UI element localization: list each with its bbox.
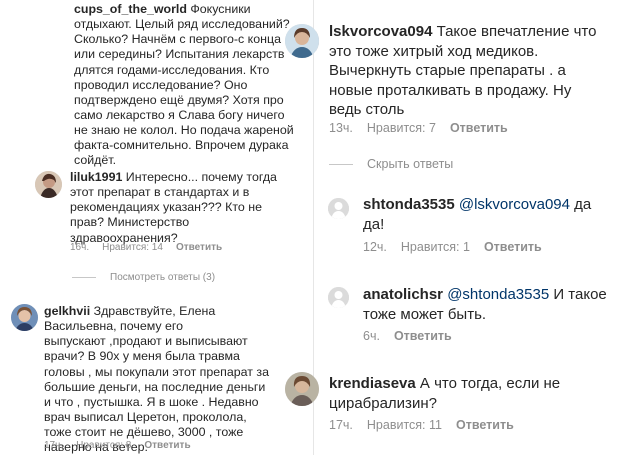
avatar[interactable]: [285, 24, 319, 58]
avatar[interactable]: [328, 198, 349, 219]
reply-text: shtonda3535 @lskvorcova094 да да!: [363, 196, 592, 233]
comment-meta: 6ч. Ответить: [363, 329, 465, 343]
thread-line: [329, 164, 353, 166]
mention-link[interactable]: @lskvorcova094: [459, 196, 570, 213]
likes-count[interactable]: Нравится: 1: [401, 240, 470, 254]
comment-username[interactable]: krendiaseva: [329, 375, 416, 392]
comment-username[interactable]: anatolichsr: [363, 286, 443, 303]
comment-time: 6ч.: [363, 329, 380, 343]
comment-meta: 17ч. Нравится: 11 Ответить: [329, 418, 527, 432]
reply-button[interactable]: Ответить: [484, 240, 542, 254]
comment-time: 17ч.: [329, 418, 353, 432]
avatar[interactable]: [328, 287, 349, 308]
comment-username[interactable]: lskvorcova094: [329, 23, 432, 40]
avatar[interactable]: [285, 372, 319, 406]
comment-meta: 12ч. Нравится: 1 Ответить: [363, 240, 555, 254]
reply-text: anatolichsr @shtonda3535 И такое тоже мо…: [363, 286, 607, 323]
comment-username[interactable]: shtonda3535: [363, 196, 455, 213]
reply-button[interactable]: Ответить: [450, 121, 508, 135]
likes-count[interactable]: Нравится: 11: [367, 418, 442, 432]
hide-replies-button[interactable]: Скрыть ответы: [329, 157, 453, 171]
reply-button[interactable]: Ответить: [394, 329, 452, 343]
mention-link[interactable]: @shtonda3535: [447, 286, 549, 303]
right-column-content: lskvorcova094 Такое впечатление что это …: [0, 0, 631, 455]
reply-button[interactable]: Ответить: [456, 418, 514, 432]
comment-time: 12ч.: [363, 240, 387, 254]
comment-meta: 13ч. Нравится: 7 Ответить: [329, 121, 521, 135]
comment-time: 13ч.: [329, 121, 353, 135]
comment-text: krendiaseva А что тогда, если не цирабра…: [329, 375, 561, 412]
comment-text: lskvorcova094 Такое впечатление что это …: [329, 23, 597, 118]
likes-count[interactable]: Нравится: 7: [367, 121, 436, 135]
